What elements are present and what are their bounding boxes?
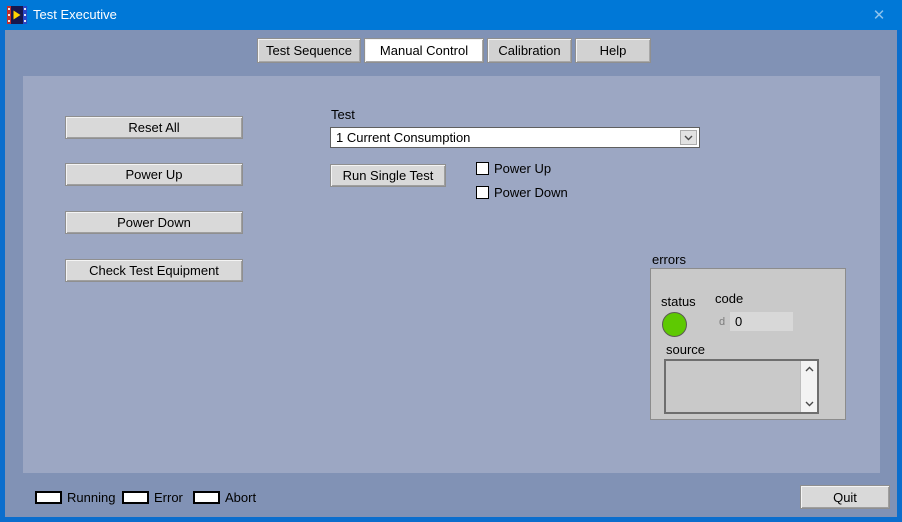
- run-single-test-button[interactable]: Run Single Test: [330, 164, 446, 187]
- source-textarea: [664, 359, 819, 414]
- tab-test-sequence[interactable]: Test Sequence: [257, 38, 361, 63]
- test-combobox-value: 1 Current Consumption: [336, 130, 470, 145]
- abort-indicator-label: Abort: [225, 490, 256, 505]
- power-up-button-label: Power Up: [125, 167, 182, 182]
- running-indicator-label: Running: [67, 490, 115, 505]
- labview-app-icon[interactable]: [7, 5, 27, 25]
- run-single-test-button-label: Run Single Test: [343, 168, 434, 183]
- power-up-checkbox-label: Power Up: [494, 161, 551, 176]
- power-up-button[interactable]: Power Up: [65, 163, 243, 186]
- quit-button-label: Quit: [833, 490, 857, 505]
- status-label: status: [661, 294, 696, 309]
- code-radix: d: [719, 316, 725, 328]
- scroll-up-button[interactable]: [801, 362, 817, 376]
- quit-button[interactable]: Quit: [800, 485, 890, 509]
- close-icon: ✕: [873, 8, 886, 23]
- running-indicator: [35, 491, 62, 504]
- window-border-right: [897, 30, 902, 522]
- titlebar[interactable]: Test Executive ✕: [0, 0, 902, 30]
- close-button[interactable]: ✕: [856, 0, 902, 30]
- tab-test-sequence-label: Test Sequence: [266, 43, 352, 58]
- window-border-bottom: [0, 517, 902, 522]
- tab-calibration-label: Calibration: [498, 43, 560, 58]
- error-indicator: [122, 491, 149, 504]
- test-combobox-dropdown-button[interactable]: [680, 130, 697, 145]
- window-border-left: [0, 30, 5, 522]
- reset-all-button-label: Reset All: [128, 120, 179, 135]
- power-down-button[interactable]: Power Down: [65, 211, 243, 234]
- power-down-checkbox[interactable]: [476, 186, 489, 199]
- tab-help-label: Help: [600, 43, 627, 58]
- power-up-checkbox[interactable]: [476, 162, 489, 175]
- window-title: Test Executive: [33, 7, 117, 22]
- source-label: source: [666, 342, 705, 357]
- chevron-up-icon: [805, 366, 814, 372]
- source-scrollbar[interactable]: [800, 361, 817, 412]
- status-led: [662, 312, 687, 337]
- check-test-equipment-button[interactable]: Check Test Equipment: [65, 259, 243, 282]
- abort-indicator: [193, 491, 220, 504]
- power-down-checkbox-label: Power Down: [494, 185, 568, 200]
- errors-group-label: errors: [652, 252, 686, 267]
- test-executive-window: Test Executive ✕ Test Sequence Manual Co…: [0, 0, 902, 522]
- chevron-down-icon: [684, 135, 693, 141]
- tab-manual-control-label: Manual Control: [380, 43, 468, 58]
- errors-group-box: status code d 0 source: [650, 268, 846, 420]
- code-label: code: [715, 291, 743, 306]
- tab-manual-control[interactable]: Manual Control: [364, 38, 484, 63]
- chevron-down-icon: [805, 401, 814, 407]
- code-value-field: 0: [730, 312, 793, 331]
- power-down-button-label: Power Down: [117, 215, 191, 230]
- reset-all-button[interactable]: Reset All: [65, 116, 243, 139]
- test-label: Test: [331, 107, 355, 122]
- error-indicator-label: Error: [154, 490, 183, 505]
- check-test-equipment-button-label: Check Test Equipment: [89, 263, 219, 278]
- code-value: 0: [735, 314, 742, 329]
- tab-calibration[interactable]: Calibration: [487, 38, 572, 63]
- scroll-down-button[interactable]: [801, 397, 817, 411]
- test-combobox[interactable]: 1 Current Consumption: [330, 127, 700, 148]
- tab-help[interactable]: Help: [575, 38, 651, 63]
